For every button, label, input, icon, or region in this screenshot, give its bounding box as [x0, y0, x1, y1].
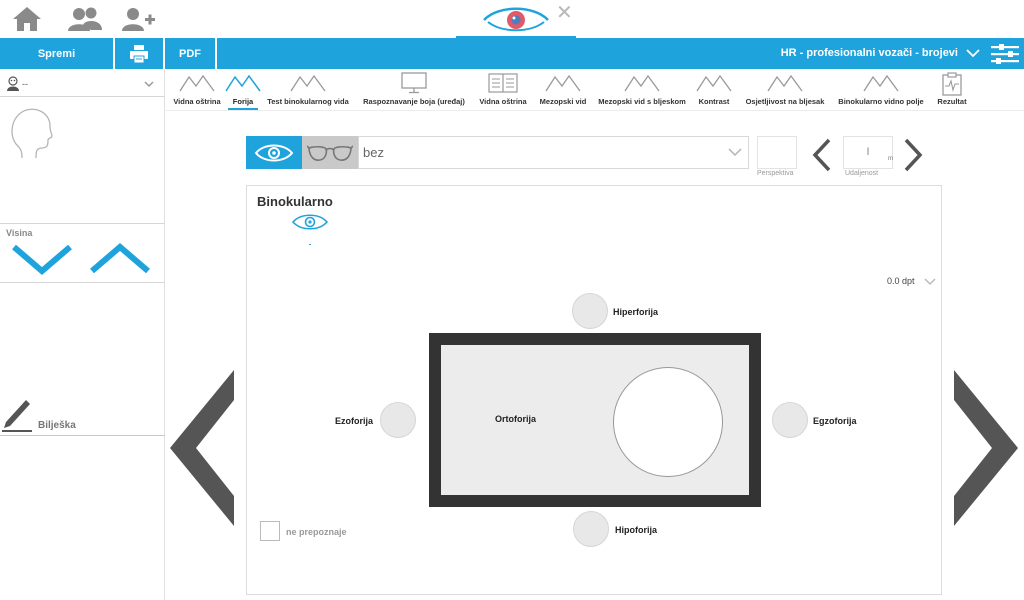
close-icon[interactable]: ✕ [556, 0, 573, 24]
tab-vidna-ostrina-2[interactable]: Vidna oštrina [477, 69, 529, 111]
eye-logo-icon [483, 7, 549, 32]
toolbar: Spremi PDF HR - profesionalni vozači - b… [0, 38, 1024, 69]
preset-select[interactable]: HR - profesionalni vozači - brojevi [781, 38, 958, 69]
hiperforija-label: Hiperforija [613, 307, 659, 317]
ortoforija-frame[interactable]: Ortoforija [429, 333, 761, 507]
add-patient-icon[interactable] [121, 4, 157, 34]
perspective-label: Perspektiva [757, 170, 794, 177]
tab-kontrast[interactable]: Kontrast [694, 69, 734, 111]
distance-value: I [866, 146, 870, 158]
patient-avatar-icon [7, 76, 19, 91]
distance-field[interactable]: I m [843, 136, 893, 169]
tab-vidna-ostrina[interactable]: Vidna oštrina [169, 69, 225, 111]
mountains-icon [863, 74, 899, 92]
height-label: Visina [6, 228, 33, 238]
distance-unit: m [888, 156, 893, 162]
perspective-toggle[interactable] [757, 136, 797, 169]
monitor-icon [401, 72, 427, 94]
ezoforija-label: Ezoforija [335, 416, 374, 426]
ortoforija-label: Ortoforija [495, 414, 537, 424]
tab-mezopski-vid[interactable]: Mezopski vid [537, 69, 589, 111]
mountains-icon [767, 74, 803, 92]
previous-test-button[interactable] [166, 368, 236, 528]
glasses-mode-button[interactable] [302, 136, 358, 169]
tab-test-binokularnog-vida[interactable]: Test binokularnog vida [266, 69, 350, 111]
mountains-icon [290, 74, 326, 92]
eye-icon [254, 144, 294, 161]
target-circle [613, 367, 723, 477]
mountains-icon [545, 74, 581, 92]
distance-decrease-button[interactable] [812, 138, 832, 172]
dpt-select[interactable]: 0.0 dpt [887, 276, 915, 286]
save-button[interactable]: Spremi [0, 38, 115, 69]
divider [0, 96, 165, 97]
not-recognized-checkbox[interactable] [260, 521, 280, 541]
mode-indicator [309, 244, 311, 245]
phoria-test-panel: Binokularno 0.0 dpt Hiperforija Ezoforij… [246, 185, 942, 595]
height-down-button[interactable] [12, 243, 72, 275]
tab-forija[interactable]: Forija [225, 69, 261, 111]
pencil-icon[interactable] [2, 396, 32, 432]
divider [0, 223, 165, 224]
test-tabs: Vidna oštrina Forija Test binokularnog v… [166, 69, 1024, 111]
printer-icon [130, 44, 148, 63]
eye-mode-button[interactable] [246, 136, 302, 169]
mountains-icon [179, 74, 215, 92]
hiperforija-button[interactable] [572, 293, 608, 329]
mode-title: Binokularno [257, 194, 333, 209]
tab-binokularno-vidno-polje[interactable]: Binokularno vidno polje [836, 69, 926, 111]
settings-sliders-icon[interactable] [990, 43, 1020, 65]
tab-osjetljivost-na-bljesak[interactable]: Osjetljivost na bljesak [742, 69, 828, 111]
tab-mezopski-vid-s-bljeskom[interactable]: Mezopski vid s bljeskom [597, 69, 687, 111]
chart-icon [488, 73, 518, 93]
note-label[interactable]: Bilješka [38, 420, 76, 431]
ezoforija-button[interactable] [380, 402, 416, 438]
lens-select-value: bez [363, 145, 384, 160]
eye-icon [291, 214, 329, 230]
egzoforija-button[interactable] [772, 402, 808, 438]
mountains-icon [696, 74, 732, 92]
head-profile-icon [11, 108, 53, 159]
ortoforija-area[interactable]: Ortoforija [441, 345, 749, 495]
hipoforija-button[interactable] [573, 511, 609, 547]
top-bar: ✕ [0, 0, 1024, 38]
egzoforija-label: Egzoforija [813, 416, 857, 426]
divider [0, 435, 165, 436]
clipboard-icon [942, 72, 962, 96]
home-icon[interactable] [11, 4, 43, 34]
not-recognized-label[interactable]: ne prepoznaje [286, 527, 347, 537]
distance-increase-button[interactable] [903, 138, 923, 172]
height-up-button[interactable] [90, 243, 150, 275]
next-test-button[interactable] [952, 368, 1022, 528]
pdf-button[interactable]: PDF [165, 38, 217, 69]
mountains-icon [624, 74, 660, 92]
tab-raspoznavanje-boja[interactable]: Raspoznavanje boja (uređaj) [361, 69, 467, 111]
divider [0, 282, 165, 283]
patients-icon[interactable] [66, 4, 104, 34]
chevron-down-icon [728, 148, 742, 157]
chevron-down-icon[interactable] [144, 80, 154, 88]
glasses-icon [307, 144, 353, 161]
distance-label: Udaljenost [845, 170, 879, 177]
chevron-down-icon[interactable] [966, 46, 980, 60]
chevron-down-icon[interactable] [924, 278, 936, 286]
patient-select-value[interactable]: -- [22, 79, 28, 89]
print-button[interactable] [115, 38, 165, 69]
tab-rezultat[interactable]: Rezultat [934, 69, 970, 111]
left-panel: -- Visina Bilješka [0, 69, 165, 600]
lens-select[interactable]: bez [358, 136, 749, 169]
hipoforija-label: Hipoforija [615, 525, 657, 535]
mountains-icon [225, 74, 261, 92]
